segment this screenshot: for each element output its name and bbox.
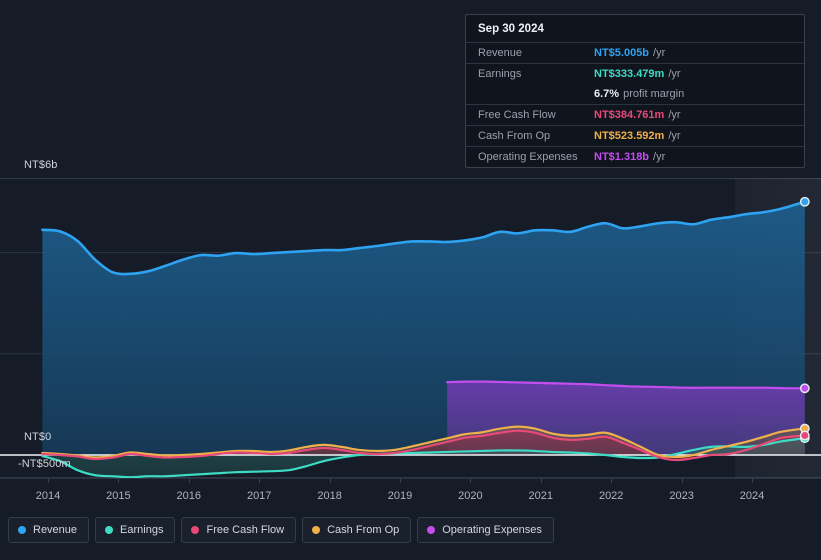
tooltip-row: Earnings NT$333.479m/yr [466, 63, 804, 84]
series-areas [42, 201, 805, 478]
x-axis-tick-label-2022: 2022 [598, 490, 624, 502]
tooltip-row-unit: /yr [653, 151, 666, 163]
tooltip-rows: Revenue NT$5.005b/yr Earnings NT$333.479m/y… [466, 42, 804, 167]
x-axis-tick-mark [611, 478, 613, 483]
legend-color-dot-icon [312, 526, 321, 534]
series-endpoint-revenue [799, 196, 810, 207]
tooltip-row-label: Revenue [478, 47, 523, 59]
x-axis-tick-label-2014: 2014 [35, 490, 61, 502]
tooltip-row-label: Cash From Op [478, 130, 551, 142]
x-axis-tick-mark [540, 478, 542, 483]
x-axis-tick-label-2021: 2021 [528, 490, 554, 502]
x-axis-tick-mark [400, 478, 401, 483]
legend-item-label: Revenue [33, 524, 78, 536]
legend-item-label: Operating Expenses [442, 524, 542, 536]
tooltip-row: Free Cash Flow NT$384.761m/yr [466, 104, 804, 125]
x-axis-tick-mark [188, 478, 190, 483]
legend-item-revenue[interactable]: Revenue [8, 517, 90, 543]
y-axis-zero-label: NT$0 [24, 431, 52, 443]
tooltip-row-label: Earnings [478, 68, 522, 80]
tooltip-row-unit: /yr [668, 68, 681, 80]
tooltip-row-label: Free Cash Flow [478, 109, 556, 121]
y-axis-top-label: NT$6b [24, 159, 58, 171]
tooltip-row-value: NT$1.318b [594, 151, 650, 163]
y-axis-bottom-label: -NT$500m [18, 458, 71, 470]
legend-item-label: Earnings [120, 524, 164, 536]
tooltip-row-value: 6.7% [594, 88, 620, 100]
x-axis-tick-label-2016: 2016 [176, 490, 202, 502]
x-axis-tick-mark [48, 478, 49, 483]
plot-svg [0, 178, 821, 478]
tooltip-row-label: Operating Expenses [478, 151, 578, 163]
x-axis-tick-label-2019: 2019 [387, 490, 413, 502]
x-axis-line [0, 478, 821, 479]
legend-item-label: Cash From Op [327, 524, 400, 536]
x-axis-tick-label-2017: 2017 [246, 490, 272, 502]
x-axis-tick-mark [681, 478, 683, 483]
series-endpoint-free-cash-flow [799, 430, 810, 441]
tooltip-row-unit: /yr [668, 109, 681, 121]
data-tooltip: Sep 30 2024 Revenue NT$5.005b/yr Earnings N… [465, 14, 805, 168]
x-axis: 2014 2015 2016 2017 2018 2019 2020 2021 2022 2023… [0, 478, 821, 510]
x-axis-tick-label-2020: 2020 [458, 490, 483, 502]
tooltip-row-unit: /yr [668, 130, 681, 142]
tooltip-row-value: NT$523.592m [594, 130, 665, 142]
chart-legend[interactable]: Revenue Earnings Free Cash Flow Cash From O… [8, 517, 554, 543]
legend-item-free-cash-flow[interactable]: Free Cash Flow [181, 517, 297, 543]
tooltip-row: Operating Expenses NT$1.318b/yr [466, 146, 804, 167]
x-axis-tick-mark [259, 478, 261, 483]
plot-area[interactable] [0, 178, 821, 478]
tooltip-row-unit: profit margin [623, 88, 685, 100]
legend-color-dot-icon [18, 526, 26, 534]
financial-chart: NT$6b NT$0 -NT$500m 2014 2015 2016 2017 2018… [0, 0, 821, 560]
x-axis-tick-label-2024: 2024 [739, 490, 765, 502]
legend-color-dot-icon [191, 526, 200, 534]
tooltip-row: 6.7% profit margin [466, 84, 804, 104]
x-axis-tick-label-2018: 2018 [317, 490, 342, 502]
x-axis-tick-label-2023: 2023 [669, 490, 694, 502]
tooltip-row: Revenue NT$5.005b/yr [466, 42, 804, 63]
x-axis-tick-mark [118, 478, 120, 483]
tooltip-row-unit: /yr [653, 47, 666, 59]
legend-color-dot-icon [427, 526, 436, 534]
x-axis-tick-mark [329, 478, 331, 483]
legend-item-label: Free Cash Flow [206, 524, 285, 536]
x-axis-tick-mark [470, 478, 472, 483]
tooltip-row-value: NT$333.479m [594, 68, 665, 80]
legend-color-dot-icon [105, 526, 114, 534]
legend-item-cash-from-op[interactable]: Cash From Op [302, 517, 412, 543]
tooltip-date: Sep 30 2024 [478, 23, 544, 35]
x-axis-tick-label-2015: 2015 [106, 490, 131, 502]
x-axis-tick-mark [752, 478, 753, 483]
legend-item-operating-expenses[interactable]: Operating Expenses [417, 517, 554, 543]
tooltip-row: Cash From Op NT$523.592m/yr [466, 125, 804, 146]
series-endpoint-operating-expenses [799, 383, 810, 394]
tooltip-row-value: NT$384.761m [594, 109, 665, 121]
legend-item-earnings[interactable]: Earnings [95, 517, 176, 543]
tooltip-row-value: NT$5.005b [594, 47, 650, 59]
